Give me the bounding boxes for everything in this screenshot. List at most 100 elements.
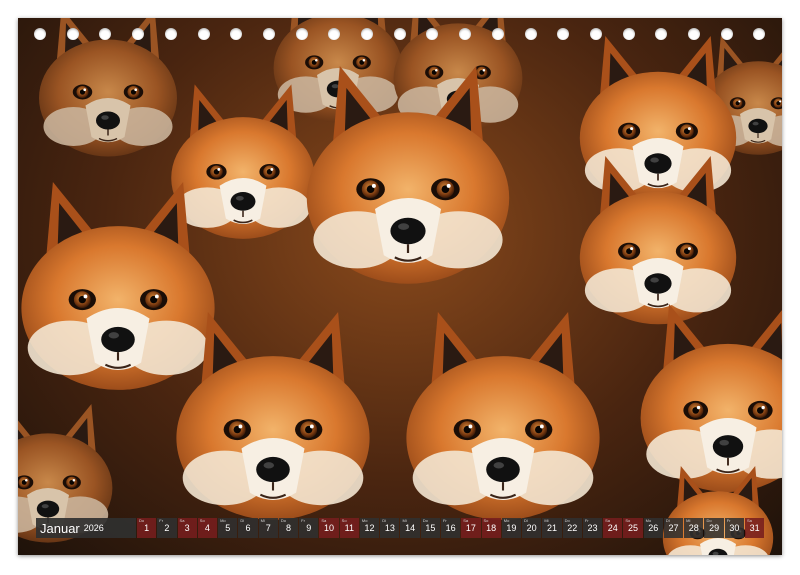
weekday-label: Di — [524, 518, 528, 523]
day-number: 10 — [324, 523, 335, 533]
weekday-label: Mo — [503, 518, 510, 523]
day-cell: Mi 14 — [400, 518, 420, 538]
day-cell: Fr 16 — [440, 518, 461, 538]
day-number: 24 — [607, 523, 618, 533]
day-number: 8 — [285, 523, 291, 533]
day-cell: Do 1 — [137, 518, 157, 538]
day-number: 25 — [628, 523, 639, 533]
weekday-label: Fr — [726, 518, 731, 523]
day-number: 20 — [526, 523, 537, 533]
day-number: 19 — [506, 523, 517, 533]
binding-hole — [459, 28, 472, 40]
day-number: 31 — [749, 523, 760, 533]
fox-collage-illustration — [18, 18, 782, 555]
binding-hole — [491, 28, 504, 40]
day-number: 11 — [344, 523, 354, 533]
day-cell: So 11 — [339, 518, 359, 538]
day-cell: Sa 24 — [603, 518, 623, 538]
day-cell: Di 13 — [380, 518, 400, 538]
weekday-label: Mo — [220, 518, 226, 523]
weekday-label: Mi — [544, 518, 549, 523]
binding-hole — [557, 28, 570, 40]
day-number: 22 — [567, 523, 578, 533]
binding-hole — [164, 28, 177, 40]
day-number: 5 — [225, 523, 231, 533]
day-number: 18 — [486, 523, 497, 533]
day-cell: Mo 12 — [359, 518, 380, 538]
weekday-label: Di — [382, 518, 386, 523]
day-cell: Fr 2 — [157, 518, 177, 538]
fox-face — [406, 312, 600, 520]
day-cell: So 4 — [197, 518, 218, 538]
weekday-label: Sa — [463, 518, 469, 523]
day-number: 14 — [405, 523, 416, 533]
binding-hole — [34, 28, 46, 40]
day-cell: Mi 21 — [542, 518, 562, 538]
day-number: 13 — [384, 523, 395, 533]
day-number: 7 — [265, 523, 271, 533]
weekday-label: Fr — [301, 518, 305, 523]
binding-hole — [753, 28, 766, 40]
weekday-label: Mi — [260, 518, 265, 523]
day-cell: Fr 23 — [582, 518, 603, 538]
weekday-label: So — [341, 518, 347, 523]
day-number: 16 — [445, 523, 456, 533]
binding-hole — [132, 28, 145, 40]
month-label: Januar 2026 — [36, 518, 136, 538]
day-number: 1 — [144, 523, 150, 533]
binding-hole — [720, 28, 733, 40]
day-number: 17 — [465, 523, 476, 533]
binding-hole — [426, 28, 439, 40]
fox-face — [21, 182, 215, 390]
day-number: 28 — [688, 523, 699, 533]
weekday-label: Fr — [584, 518, 589, 523]
weekday-label: Fr — [159, 518, 164, 523]
day-number: 30 — [729, 523, 740, 533]
weekday-label: Do — [139, 518, 145, 523]
day-number: 4 — [204, 523, 210, 533]
binding-hole — [622, 28, 635, 40]
binding-hole — [361, 28, 373, 40]
day-cell: So 25 — [623, 518, 643, 538]
weekday-label: Mi — [686, 518, 691, 523]
day-number: 6 — [245, 523, 251, 533]
day-cell: Do 8 — [278, 518, 299, 538]
weekday-label: Mo — [645, 518, 652, 523]
month-calendar-bar: Januar 2026 Do 1 Fr 2 Sa 3 So 4 Mo 5 Di 6 Mi 7 Do 8 Fr 9 S… — [36, 518, 765, 538]
weekday-label: Do — [564, 518, 570, 523]
day-number: 23 — [587, 523, 598, 533]
binding-hole — [328, 28, 341, 40]
weekday-label: Sa — [746, 518, 752, 523]
day-cell: So 18 — [481, 518, 501, 538]
month-name: Januar — [40, 520, 80, 536]
fox-face — [176, 312, 370, 520]
weekday-label: Do — [422, 518, 428, 523]
day-number: 12 — [364, 523, 375, 533]
weekday-label: Sa — [321, 518, 327, 523]
day-cell: Do 15 — [420, 518, 440, 538]
weekday-label: So — [625, 518, 631, 523]
binding-hole — [524, 28, 537, 40]
day-cell: Sa 3 — [177, 518, 197, 538]
weekday-label: Mi — [402, 518, 407, 523]
day-cell: Do 22 — [562, 518, 582, 538]
day-cell: Di 6 — [238, 518, 258, 538]
binding-hole — [197, 28, 210, 40]
binding-hole — [688, 28, 700, 40]
weekday-label: Sa — [605, 518, 611, 523]
day-cell: Mi 28 — [684, 518, 704, 538]
weekday-label: Mo — [361, 518, 368, 523]
day-number: 21 — [546, 523, 557, 533]
day-number: 3 — [184, 523, 190, 533]
weekday-label: Do — [280, 518, 286, 523]
month-year: 2026 — [83, 523, 104, 533]
day-cell: Mo 19 — [501, 518, 522, 538]
day-cell: Mo 26 — [643, 518, 663, 538]
binding-holes — [18, 28, 782, 44]
day-cell: Mi 7 — [258, 518, 278, 538]
weekday-label: Di — [665, 518, 670, 523]
day-cell: Di 27 — [663, 518, 684, 538]
day-number: 27 — [668, 523, 679, 533]
day-cell: Mo 5 — [218, 518, 238, 538]
day-cell: Do 29 — [704, 518, 724, 538]
